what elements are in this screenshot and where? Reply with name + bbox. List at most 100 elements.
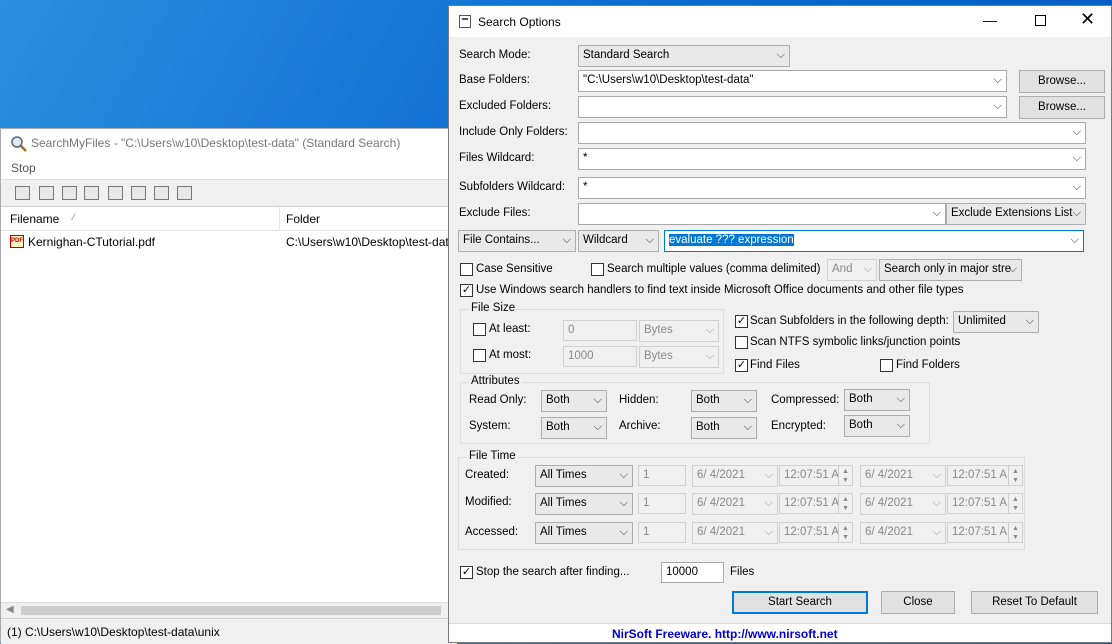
created-mode-select[interactable]: All Times ⌵: [535, 465, 633, 487]
column-folder[interactable]: Folder: [286, 212, 320, 226]
menu-stop[interactable]: Stop: [11, 161, 36, 175]
scan-subfolders-checkbox[interactable]: ✓: [735, 315, 748, 328]
start-search-button[interactable]: Start Search: [732, 591, 868, 614]
search-mode-select[interactable]: Standard Search ⌵: [578, 45, 790, 67]
modified-date2-picker[interactable]: 6/ 4/2021 ⌵: [860, 493, 946, 515]
at-least-checkbox[interactable]: [473, 323, 486, 336]
system-value: Both: [546, 421, 570, 433]
copy-icon[interactable]: [108, 186, 123, 200]
created-num-input[interactable]: 1: [638, 465, 686, 486]
modified-label: Modified:: [465, 496, 512, 508]
browse-base-button[interactable]: Browse...: [1019, 70, 1105, 93]
contains-mode-select[interactable]: Wildcard ⌵: [578, 230, 659, 252]
use-windows-handlers-checkbox[interactable]: ✓: [460, 284, 473, 297]
at-most-unit-select[interactable]: Bytes ⌵: [639, 346, 719, 368]
hidden-value: Both: [696, 394, 720, 406]
accessed-date2-picker[interactable]: 6/ 4/2021 ⌵: [860, 522, 946, 544]
hidden-select[interactable]: Both ⌵: [691, 390, 757, 412]
menu-bar: Stop: [1, 157, 457, 179]
at-most-input[interactable]: 1000: [563, 346, 637, 367]
modified-date1-picker[interactable]: 6/ 4/2021 ⌵: [692, 493, 778, 515]
stop-after-checkbox[interactable]: ✓: [460, 566, 473, 579]
horizontal-scrollbar[interactable]: ◀: [1, 602, 457, 618]
created-time2-input[interactable]: 12:07:51 A ▲ ▼: [947, 465, 1023, 486]
accessed-date1-picker[interactable]: 6/ 4/2021 ⌵: [692, 522, 778, 544]
read-only-select[interactable]: Both ⌵: [541, 390, 607, 412]
exit-icon[interactable]: [177, 186, 192, 200]
find-folders-checkbox[interactable]: [880, 359, 893, 372]
modified-num-input[interactable]: 1: [638, 493, 686, 514]
chevron-down-icon: ⌵: [743, 421, 752, 433]
accessed-time2-input[interactable]: 12:07:51 A ▲ ▼: [947, 522, 1023, 543]
chevron-down-icon: ⌵: [932, 526, 941, 538]
browse-excluded-button[interactable]: Browse...: [1019, 96, 1105, 119]
close-window-icon[interactable]: ✕: [1080, 9, 1095, 30]
file-contains-select[interactable]: File Contains... ⌵: [458, 230, 576, 252]
search-multiple-label: Search multiple values (comma delimited): [607, 263, 821, 275]
find-files-checkbox[interactable]: ✓: [735, 359, 748, 372]
at-most-checkbox[interactable]: [473, 349, 486, 362]
spin-arrows-icon[interactable]: ▲ ▼: [1008, 466, 1022, 485]
find-icon[interactable]: [154, 186, 169, 200]
accessed-mode-select[interactable]: All Times ⌵: [535, 522, 633, 544]
files-wildcard-input[interactable]: * ⌵: [578, 148, 1086, 170]
archive-select[interactable]: Both ⌵: [691, 417, 757, 439]
compressed-select[interactable]: Both ⌵: [844, 389, 910, 411]
files-wildcard-value: *: [583, 152, 588, 164]
at-least-unit-value: Bytes: [644, 324, 673, 336]
options-icon[interactable]: [15, 186, 30, 200]
exclude-extensions-select[interactable]: Exclude Extensions List ⌵: [946, 203, 1086, 225]
modified-time2-input[interactable]: 12:07:51 A ▲ ▼: [947, 493, 1023, 514]
dialog-title: Search Options: [478, 15, 561, 29]
refresh-icon[interactable]: [84, 186, 99, 200]
chevron-down-icon: ⌵: [764, 469, 773, 481]
nirsoft-link[interactable]: NirSoft Freeware. http://www.nirsoft.net: [612, 627, 838, 641]
folder-open-icon[interactable]: [39, 186, 54, 200]
chevron-down-icon: ⌵: [1008, 263, 1017, 275]
spin-arrows-icon[interactable]: ▲ ▼: [1008, 523, 1022, 542]
close-button[interactable]: Close: [881, 591, 955, 614]
modified-mode-select[interactable]: All Times ⌵: [535, 493, 633, 515]
case-sensitive-checkbox[interactable]: [460, 263, 473, 276]
chevron-down-icon: ⌵: [1025, 315, 1034, 327]
scan-ntfs-checkbox[interactable]: [735, 336, 748, 349]
column-filename[interactable]: Filename: [10, 212, 59, 226]
search-only-select[interactable]: Search only in major stre ⌵: [879, 259, 1022, 281]
at-least-input[interactable]: 0: [563, 320, 637, 341]
spin-arrows-icon[interactable]: ▲ ▼: [838, 523, 852, 542]
spin-arrows-icon[interactable]: ▲ ▼: [838, 494, 852, 513]
system-select[interactable]: Both ⌵: [541, 417, 607, 439]
properties-icon[interactable]: [131, 186, 146, 200]
subfolders-wildcard-input[interactable]: * ⌵: [578, 177, 1086, 199]
accessed-mode-value: All Times: [540, 526, 587, 538]
include-only-input[interactable]: ⌵: [578, 122, 1086, 144]
created-date1-picker[interactable]: 6/ 4/2021 ⌵: [692, 465, 778, 487]
created-time2-value: 12:07:51 A: [952, 469, 1007, 481]
maximize-icon[interactable]: [1035, 15, 1046, 26]
accessed-time1-input[interactable]: 12:07:51 A ▲ ▼: [779, 522, 853, 543]
encrypted-select[interactable]: Both ⌵: [844, 415, 910, 437]
search-multiple-checkbox[interactable]: [591, 263, 604, 276]
modified-time1-input[interactable]: 12:07:51 A ▲ ▼: [779, 493, 853, 514]
excluded-folders-input[interactable]: ⌵: [578, 96, 1007, 118]
depth-select[interactable]: Unlimited ⌵: [953, 311, 1039, 333]
scrollbar-thumb[interactable]: [21, 606, 441, 615]
created-date2-picker[interactable]: 6/ 4/2021 ⌵: [860, 465, 946, 487]
minimize-icon[interactable]: —: [983, 12, 997, 28]
reset-default-button[interactable]: Reset To Default: [971, 591, 1098, 614]
contains-text-input[interactable]: evaluate ??? expression ⌵: [664, 230, 1084, 252]
save-icon[interactable]: [62, 186, 77, 200]
stop-after-input[interactable]: 10000: [661, 562, 724, 583]
stop-after-label: Stop the search after finding...: [476, 566, 630, 578]
and-or-select[interactable]: And ⌵: [827, 259, 877, 281]
spin-arrows-icon[interactable]: ▲ ▼: [1008, 494, 1022, 513]
spin-arrows-icon[interactable]: ▲ ▼: [838, 466, 852, 485]
accessed-num-input[interactable]: 1: [638, 522, 686, 543]
base-folders-input[interactable]: "C:\Users\w10\Desktop\test-data" ⌵: [578, 70, 1007, 92]
scroll-left-icon[interactable]: ◀: [6, 604, 14, 615]
created-time1-input[interactable]: 12:07:51 A ▲ ▼: [779, 465, 853, 486]
table-row[interactable]: PDF Kernighan-CTutorial.pdf C:\Users\w10…: [1, 231, 457, 251]
at-least-unit-select[interactable]: Bytes ⌵: [639, 320, 719, 342]
column-divider[interactable]: [279, 207, 280, 231]
exclude-files-input[interactable]: ⌵: [578, 203, 946, 225]
